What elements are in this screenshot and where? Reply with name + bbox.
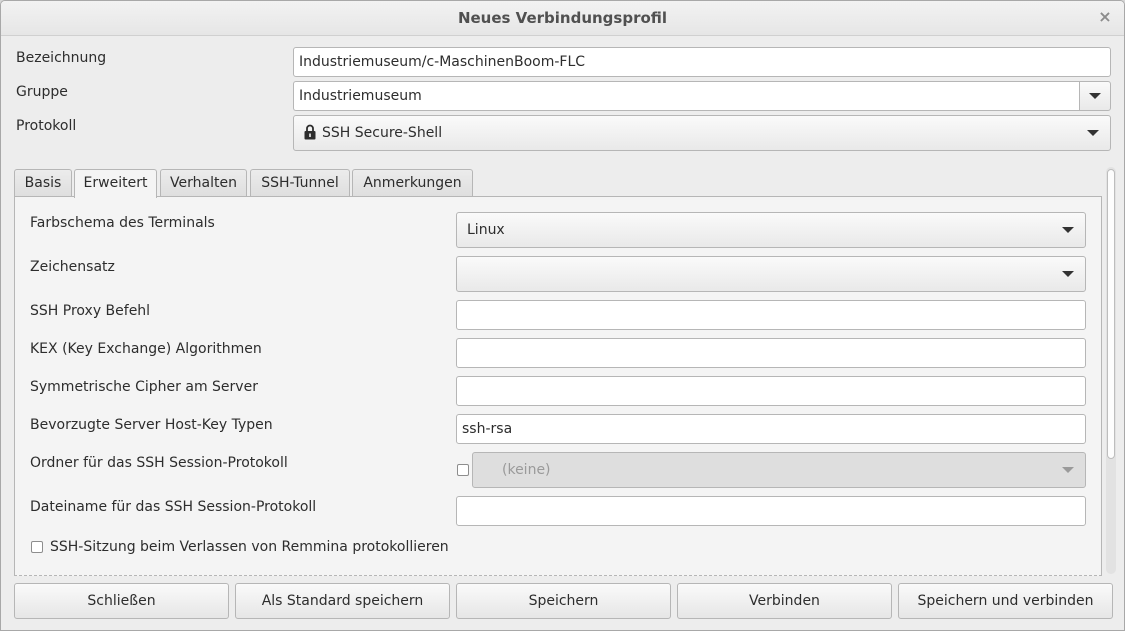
- tab-anmerkungen[interactable]: Anmerkungen: [352, 169, 473, 197]
- log-folder-checkbox[interactable]: [457, 464, 469, 476]
- kex-field[interactable]: [456, 338, 1086, 368]
- protocol-value: SSH Secure-Shell: [322, 125, 443, 141]
- log-filename-label: Dateiname für das SSH Session-Protokoll: [30, 499, 317, 515]
- color-scheme-label: Farbschema des Terminals: [30, 215, 215, 231]
- save-as-default-button[interactable]: Als Standard speichern: [235, 583, 450, 619]
- color-scheme-select[interactable]: Linux: [456, 212, 1086, 248]
- chevron-down-icon: [1062, 271, 1074, 277]
- chevron-down-icon: [1062, 227, 1074, 233]
- log-folder-value: (keine): [502, 462, 551, 478]
- proxy-command-label: SSH Proxy Befehl: [30, 303, 151, 319]
- log-filename-field[interactable]: [456, 496, 1086, 526]
- close-button[interactable]: Schließen: [14, 583, 229, 619]
- chevron-down-icon: [1087, 130, 1099, 136]
- group-label: Gruppe: [16, 84, 68, 100]
- protocol-label: Protokoll: [16, 118, 77, 134]
- tab-erweitert[interactable]: Erweitert: [74, 169, 157, 198]
- save-button[interactable]: Speichern: [456, 583, 671, 619]
- protocol-select[interactable]: SSH Secure-Shell: [293, 115, 1111, 151]
- close-icon[interactable]: ×: [1096, 7, 1114, 27]
- name-field[interactable]: [293, 47, 1111, 77]
- tab-ssh-tunnel[interactable]: SSH-Tunnel: [250, 169, 350, 197]
- log-on-exit-label[interactable]: SSH-Sitzung beim Verlassen von Remmina p…: [50, 539, 449, 555]
- log-on-exit-checkbox[interactable]: [31, 541, 43, 553]
- log-folder-label: Ordner für das SSH Session-Protokoll: [30, 455, 288, 471]
- name-label: Bezeichnung: [16, 50, 107, 66]
- hostkey-label: Bevorzugte Server Host-Key Typen: [30, 417, 273, 433]
- group-dropdown-button[interactable]: [1079, 81, 1111, 111]
- save-and-connect-button[interactable]: Speichern und verbinden: [898, 583, 1113, 619]
- charset-label: Zeichensatz: [30, 259, 115, 275]
- kex-label: KEX (Key Exchange) Algorithmen: [30, 341, 262, 357]
- scrollbar-thumb[interactable]: [1107, 169, 1115, 459]
- cipher-field[interactable]: [456, 376, 1086, 406]
- proxy-command-field[interactable]: [456, 300, 1086, 330]
- dialog-window: Neues Verbindungsprofil × Bezeichnung Gr…: [0, 0, 1125, 631]
- tab-basis[interactable]: Basis: [14, 169, 72, 197]
- charset-select[interactable]: [456, 256, 1086, 292]
- titlebar[interactable]: Neues Verbindungsprofil ×: [1, 1, 1124, 36]
- color-scheme-value: Linux: [467, 222, 505, 238]
- lock-icon: [304, 124, 316, 140]
- chevron-down-icon: [1089, 93, 1101, 99]
- log-folder-select: (keine): [472, 452, 1086, 488]
- cipher-label: Symmetrische Cipher am Server: [30, 379, 258, 395]
- tab-verhalten[interactable]: Verhalten: [160, 169, 247, 197]
- scrollbar[interactable]: [1106, 167, 1116, 574]
- chevron-down-icon: [1062, 467, 1074, 473]
- connect-button[interactable]: Verbinden: [677, 583, 892, 619]
- hostkey-field[interactable]: [456, 414, 1086, 444]
- window-title: Neues Verbindungsprofil: [457, 9, 668, 27]
- group-field[interactable]: [293, 81, 1080, 111]
